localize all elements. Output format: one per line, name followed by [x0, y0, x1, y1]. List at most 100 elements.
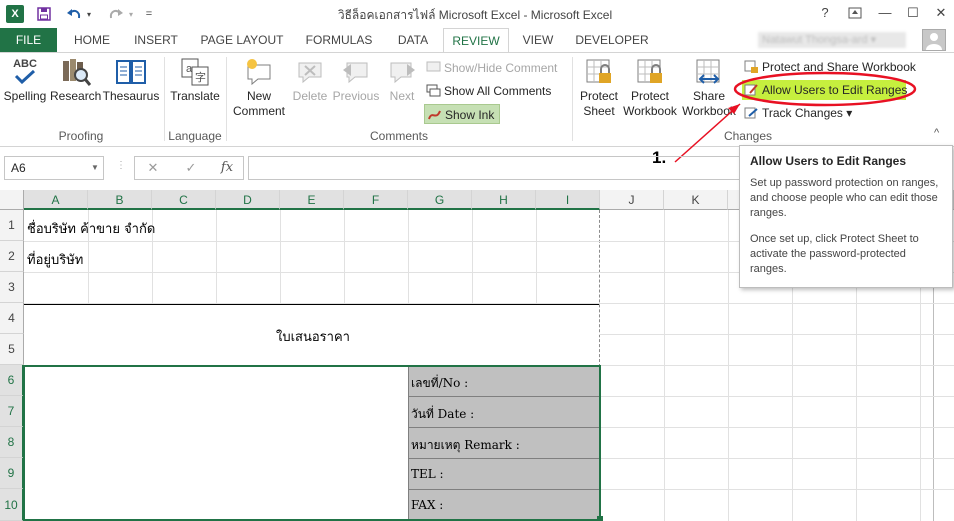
- column-header[interactable]: F: [344, 190, 408, 210]
- previous-label: Previous: [332, 89, 380, 103]
- show-all-comments-label: Show All Comments: [444, 84, 552, 98]
- selection-border: [23, 365, 601, 521]
- help-icon[interactable]: ?: [812, 3, 838, 23]
- row-header[interactable]: 2: [0, 241, 24, 272]
- row-header[interactable]: 6: [0, 365, 24, 396]
- tooltip-title: Allow Users to Edit Ranges: [750, 154, 907, 168]
- column-header[interactable]: B: [88, 190, 152, 210]
- save-icon[interactable]: [34, 4, 54, 24]
- callout-arrow: [674, 103, 741, 163]
- tooltip-body-activate: Once set up, click Protect Sheet to acti…: [750, 233, 919, 275]
- column-header[interactable]: I: [536, 190, 600, 210]
- next-comment-icon: [385, 57, 419, 87]
- next-comment-button[interactable]: Next: [382, 57, 422, 104]
- redo-icon[interactable]: [106, 4, 126, 24]
- column-header[interactable]: K: [664, 190, 728, 210]
- undo-icon[interactable]: [64, 4, 84, 24]
- row-header[interactable]: 5: [0, 334, 24, 365]
- spelling-button[interactable]: ABC Spelling: [2, 57, 48, 104]
- row-header[interactable]: 10: [0, 489, 24, 521]
- formula-input[interactable]: [248, 156, 748, 180]
- translate-icon: a字: [178, 57, 212, 87]
- maximize-icon[interactable]: ☐: [900, 3, 926, 23]
- row-header[interactable]: 8: [0, 427, 24, 458]
- show-hide-comment-label: Show/Hide Comment: [444, 61, 558, 75]
- thesaurus-icon: [114, 57, 148, 87]
- highlight-ellipse: [733, 71, 917, 107]
- tab-insert[interactable]: INSERT: [128, 28, 184, 52]
- delete-comment-icon: [293, 57, 327, 87]
- new-comment-button[interactable]: New Comment: [230, 57, 288, 119]
- tab-view[interactable]: VIEW: [516, 28, 560, 52]
- excel-app-icon[interactable]: X: [6, 5, 24, 23]
- group-label-proofing: Proofing: [58, 129, 104, 143]
- cell-document-title[interactable]: ใบเสนอราคา: [276, 326, 350, 347]
- ribbon-display-options-icon[interactable]: [842, 3, 868, 23]
- tab-data[interactable]: DATA: [388, 28, 438, 52]
- show-ink-label: Show Ink: [445, 108, 495, 122]
- show-hide-comment-button[interactable]: Show/Hide Comment: [424, 58, 557, 78]
- translate-button[interactable]: a字 Translate: [168, 57, 222, 104]
- column-header[interactable]: G: [408, 190, 472, 210]
- tab-file[interactable]: FILE: [0, 28, 57, 52]
- spelling-label: Spelling: [3, 89, 47, 103]
- thesaurus-button[interactable]: Thesaurus: [102, 57, 160, 104]
- new-comment-label-1: New: [246, 89, 271, 103]
- close-icon[interactable]: ✕: [928, 3, 954, 23]
- row-header[interactable]: 7: [0, 396, 24, 427]
- row-header[interactable]: 3: [0, 272, 24, 303]
- select-all-corner[interactable]: [0, 190, 24, 210]
- undo-dropdown-icon[interactable]: ▾: [84, 4, 94, 24]
- show-all-comments-button[interactable]: Show All Comments: [424, 81, 551, 101]
- cell-company-address[interactable]: ที่อยู่บริษัท: [27, 249, 83, 270]
- show-ink-button[interactable]: Show Ink: [424, 104, 500, 124]
- name-box-dropdown-icon[interactable]: ▼: [88, 156, 102, 180]
- research-button[interactable]: Research: [50, 57, 102, 104]
- row-header[interactable]: 1: [0, 210, 24, 241]
- group-label-comments: Comments: [369, 129, 428, 143]
- previous-comment-button[interactable]: Previous: [332, 57, 380, 104]
- formula-bar-grip-icon[interactable]: ⋮: [116, 160, 126, 171]
- show-ink-icon: [427, 108, 442, 122]
- tab-review[interactable]: REVIEW: [443, 28, 509, 53]
- column-header[interactable]: E: [280, 190, 344, 210]
- tab-formulas[interactable]: FORMULAS: [300, 28, 378, 52]
- show-hide-comment-icon: [426, 61, 441, 75]
- research-icon: [58, 57, 92, 87]
- user-account-name[interactable]: Natawut Thongsa-ard ▾: [758, 32, 906, 48]
- new-comment-label-2: Comment: [232, 104, 285, 118]
- new-comment-icon: [242, 57, 276, 87]
- avatar[interactable]: [922, 29, 946, 51]
- cancel-icon[interactable]: ✕: [142, 160, 164, 176]
- cell-company-name[interactable]: ชื่อบริษัท ค้าขาย จำกัด: [27, 218, 155, 239]
- row-header[interactable]: 9: [0, 458, 24, 489]
- collapse-ribbon-icon[interactable]: ^: [934, 127, 939, 139]
- insert-function-icon[interactable]: fx: [216, 160, 238, 176]
- enter-icon[interactable]: ✓: [180, 160, 202, 176]
- next-label: Next: [389, 89, 415, 103]
- column-header[interactable]: J: [600, 190, 664, 210]
- spelling-icon: ABC: [8, 57, 42, 87]
- qat-customize-icon[interactable]: =: [142, 4, 156, 24]
- previous-comment-icon: [339, 57, 373, 87]
- minimize-icon[interactable]: —: [872, 3, 898, 23]
- column-header[interactable]: C: [152, 190, 216, 210]
- svg-text:字: 字: [195, 70, 206, 84]
- column-header[interactable]: D: [216, 190, 280, 210]
- tab-developer[interactable]: DEVELOPER: [572, 28, 652, 52]
- column-header[interactable]: H: [472, 190, 536, 210]
- group-label-language: Language: [168, 129, 222, 143]
- tooltip-body-setup: Set up password protection on ranges, an…: [750, 177, 939, 219]
- tab-page-layout[interactable]: PAGE LAYOUT: [196, 28, 288, 52]
- tab-home[interactable]: HOME: [66, 28, 118, 52]
- row-header[interactable]: 4: [0, 303, 24, 334]
- tooltip-allow-users-to-edit-ranges: Allow Users to Edit Ranges Set up passwo…: [739, 145, 953, 288]
- fill-handle[interactable]: [597, 516, 603, 521]
- column-header[interactable]: A: [24, 190, 88, 210]
- delete-comment-button[interactable]: Delete: [288, 57, 332, 104]
- redo-dropdown-icon[interactable]: ▾: [126, 4, 136, 24]
- translate-label: Translate: [170, 89, 220, 103]
- thesaurus-label: Thesaurus: [102, 89, 160, 103]
- show-all-comments-icon: [426, 84, 441, 98]
- research-label: Research: [50, 89, 102, 103]
